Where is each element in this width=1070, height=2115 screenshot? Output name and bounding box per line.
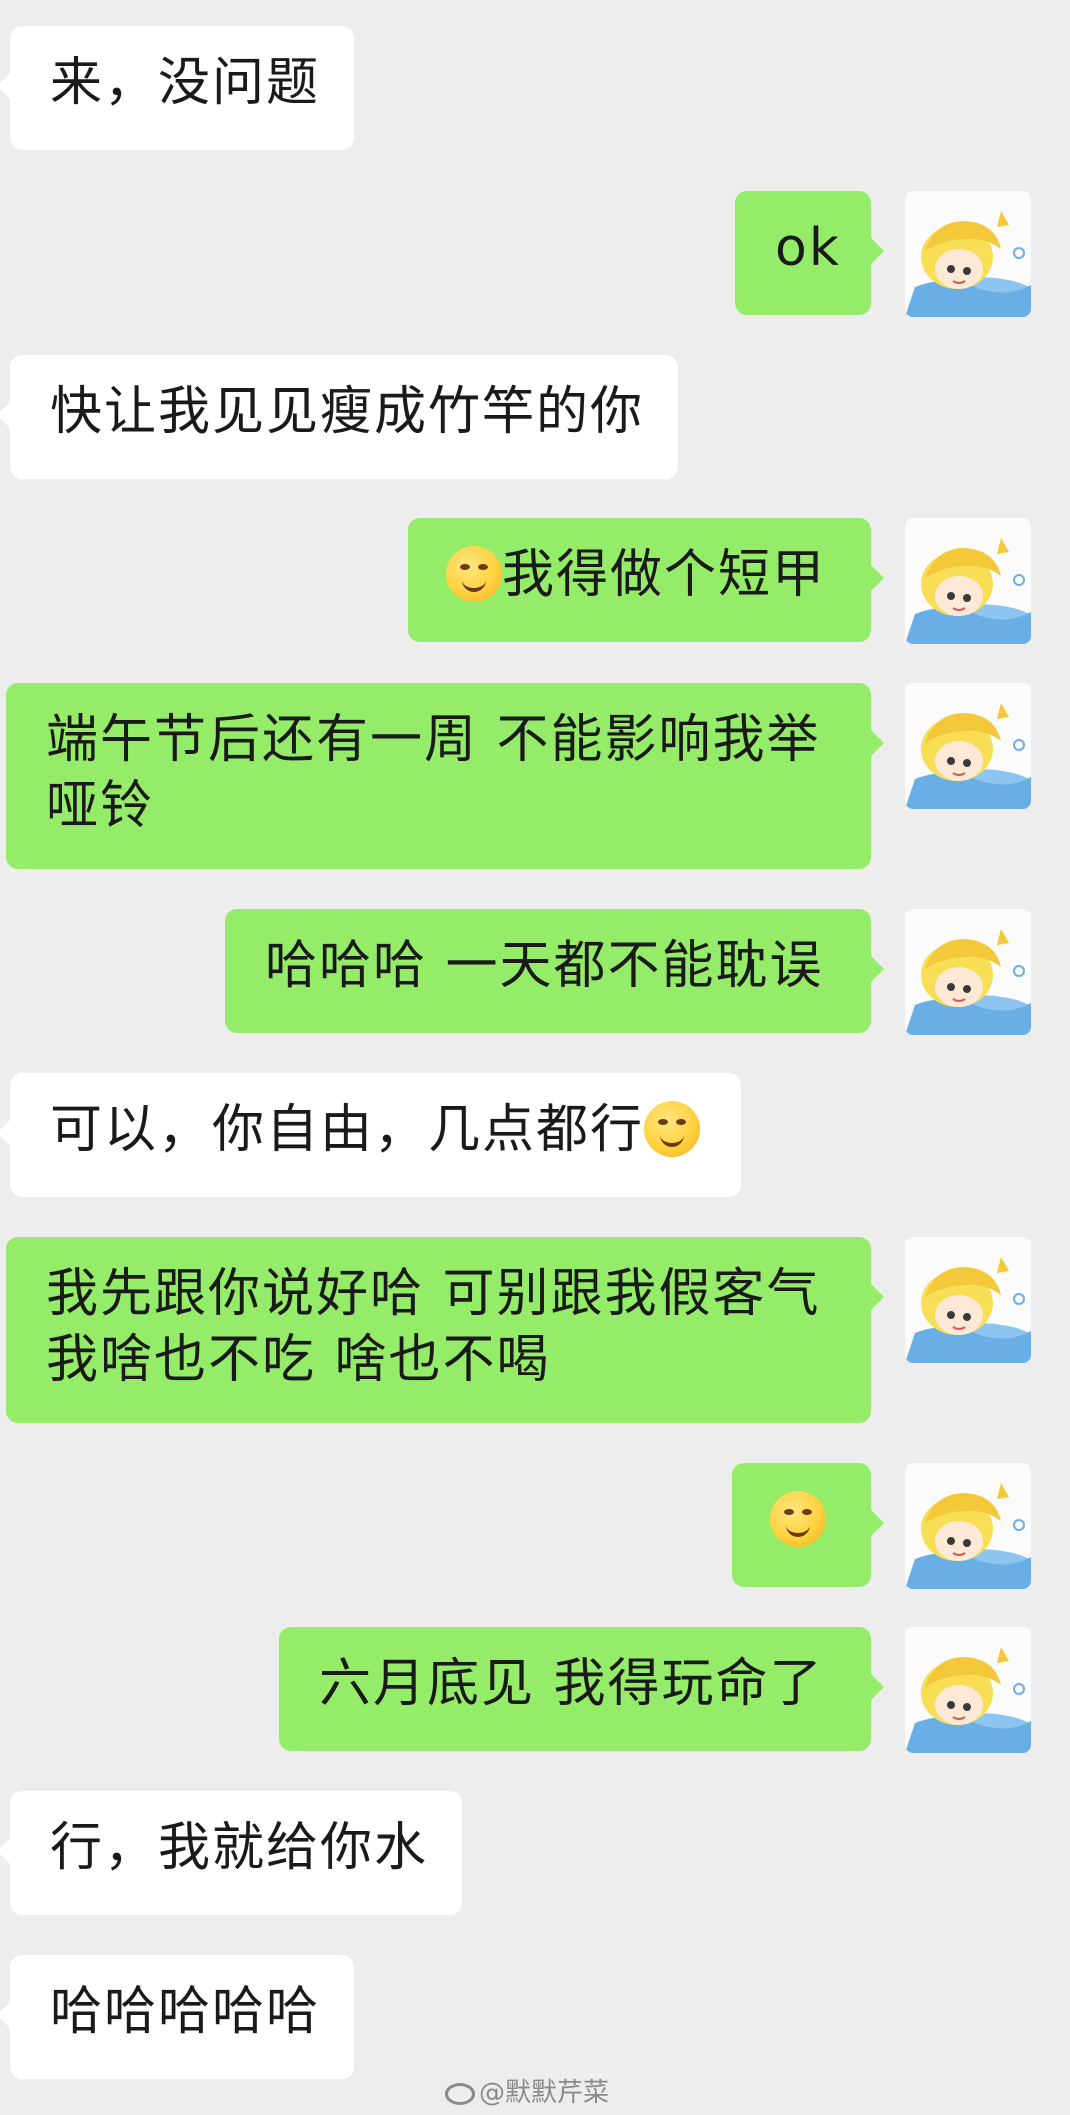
message-text: 来，没问题 (50, 53, 321, 113)
message-bubble-outgoing[interactable] (732, 1463, 884, 1587)
message-text: 行，我就给你水 (50, 1818, 429, 1878)
watermark-text: @默默芹菜 (479, 2078, 610, 2108)
anime-girl-avatar-icon (905, 683, 1031, 809)
message-bubble-incoming[interactable]: 行，我就给你水 (0, 1791, 462, 1915)
message-bubble-outgoing[interactable]: 六月底见 我得玩命了 (279, 1627, 884, 1751)
anime-girl-avatar-icon (905, 1463, 1031, 1589)
message-bubble-incoming[interactable]: 来，没问题 (0, 26, 354, 150)
message-text: 快让我见见瘦成竹竿的你 (50, 382, 645, 442)
message-text: 我得做个短甲 (502, 545, 827, 605)
anime-girl-avatar-icon (905, 909, 1031, 1035)
message-text: 哈哈哈哈哈 (50, 1982, 321, 2042)
message-bubble-incoming[interactable]: 快让我见见瘦成竹竿的你 (0, 355, 678, 479)
avatar[interactable] (905, 1463, 1031, 1589)
anime-girl-avatar-icon (905, 1627, 1031, 1753)
weibo-icon (445, 2083, 475, 2105)
avatar[interactable] (905, 518, 1031, 644)
message-bubble-outgoing[interactable]: 我得做个短甲 (408, 518, 884, 642)
message-bubble-outgoing[interactable]: 端午节后还有一周 不能影响我举 哑铃 (6, 683, 884, 869)
anime-girl-avatar-icon (905, 518, 1031, 644)
message-bubble-incoming[interactable]: 哈哈哈哈哈 (0, 1955, 354, 2079)
smirk-emoji (644, 1101, 701, 1157)
thinking-emoji (770, 1491, 826, 1547)
anime-girl-avatar-icon (905, 1237, 1031, 1363)
anime-girl-avatar-icon (905, 191, 1031, 317)
watermark: @默默芹菜 (445, 2072, 609, 2109)
avatar[interactable] (905, 909, 1031, 1035)
avatar[interactable] (905, 191, 1031, 317)
hand-over-mouth-emoji (446, 546, 502, 602)
message-text: 可以，你自由，几点都行 (50, 1100, 645, 1160)
message-text-line: 我先跟你说好哈 可别跟我假客气 (46, 1264, 821, 1324)
message-text-line: 我啥也不吃 啥也不喝 (46, 1330, 551, 1390)
avatar[interactable] (905, 1237, 1031, 1363)
message-bubble-outgoing[interactable]: 我先跟你说好哈 可别跟我假客气 我啥也不吃 啥也不喝 (6, 1237, 884, 1423)
message-text: 哈哈哈 一天都不能耽误 (265, 936, 824, 996)
avatar[interactable] (905, 1627, 1031, 1753)
message-bubble-outgoing[interactable]: 哈哈哈 一天都不能耽误 (225, 909, 884, 1033)
avatar[interactable] (905, 683, 1031, 809)
message-bubble-incoming[interactable]: 可以，你自由，几点都行 (0, 1073, 741, 1197)
message-text-line: 端午节后还有一周 不能影响我举 (46, 710, 821, 770)
message-bubble-outgoing[interactable]: ok (735, 191, 884, 315)
message-text: ok (775, 218, 841, 278)
message-text-line: 哑铃 (46, 776, 155, 836)
message-text: 六月底见 我得玩命了 (319, 1654, 824, 1714)
